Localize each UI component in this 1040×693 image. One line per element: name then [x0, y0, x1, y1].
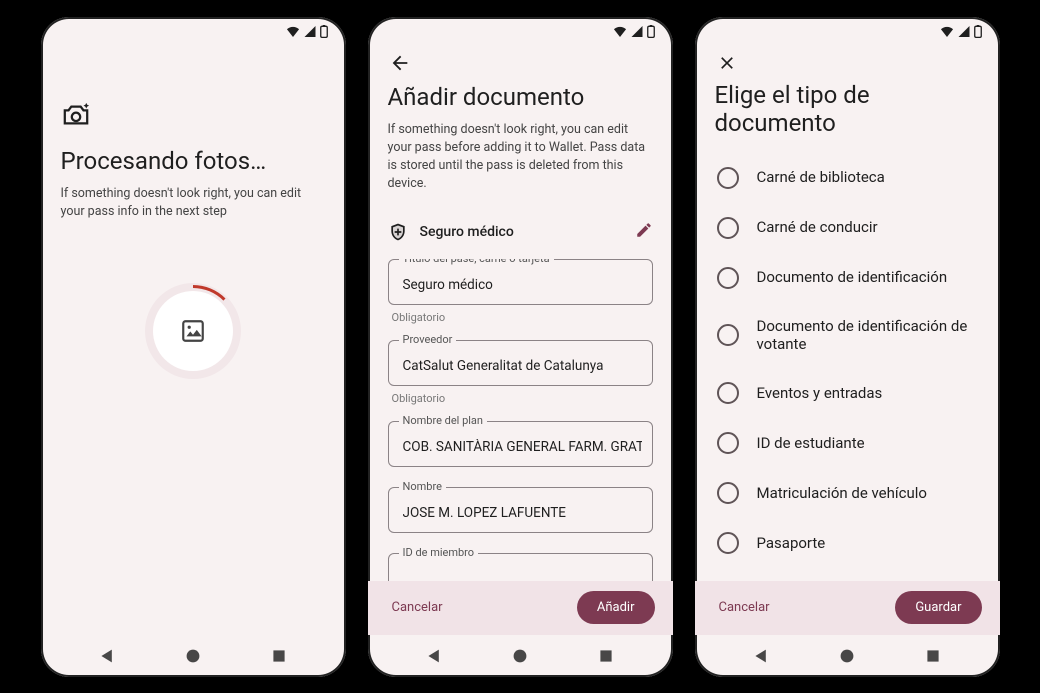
health-shield-icon	[388, 222, 408, 242]
phone-choose-type: Elige el tipo de documento Carné de bibl…	[695, 17, 1000, 677]
doc-type-option[interactable]: Matriculación de vehículo	[715, 468, 980, 518]
radio-icon	[717, 167, 739, 189]
cell-signal-icon	[957, 26, 971, 37]
back-button[interactable]	[388, 51, 412, 75]
cell-signal-icon	[630, 26, 644, 37]
field-name[interactable]: Nombre	[388, 487, 653, 533]
radio-icon	[717, 432, 739, 454]
field-plan-name[interactable]: Nombre del plan	[388, 421, 653, 467]
pencil-icon	[635, 221, 653, 239]
battery-icon	[974, 25, 982, 38]
add-doc-title: Añadir documento	[388, 83, 653, 111]
provider-input[interactable]	[401, 357, 644, 375]
doc-type-label: Documento de identificación de votante	[757, 317, 978, 355]
field-label: Proveedor	[399, 333, 457, 346]
field-helper: Obligatorio	[392, 311, 653, 324]
field-member-id[interactable]: ID de miembro	[388, 553, 653, 581]
doc-type-label: Carné de biblioteca	[757, 168, 885, 187]
wifi-icon	[940, 26, 954, 37]
doc-type-option[interactable]: Carné de biblioteca	[715, 153, 980, 203]
radio-icon	[717, 267, 739, 289]
doc-type-option[interactable]: Documento de identificación	[715, 253, 980, 303]
doc-type-option[interactable]: Documento de identificación de votante	[715, 303, 980, 369]
close-button[interactable]	[715, 51, 739, 75]
doc-type-label: Documento de identificación	[757, 268, 948, 287]
field-pass-title[interactable]: Título del pase, carné o tarjeta	[388, 259, 653, 305]
radio-icon	[717, 482, 739, 504]
doc-type-label: Carné de conducir	[757, 218, 878, 237]
processing-subtitle: If something doesn't look right, you can…	[61, 185, 326, 221]
cancel-button[interactable]: Cancelar	[386, 599, 449, 616]
field-provider[interactable]: Proveedor	[388, 340, 653, 386]
action-bar: Cancelar Añadir	[368, 581, 673, 635]
android-soft-nav	[368, 635, 673, 677]
doc-type-option[interactable]: ID de estudiante	[715, 418, 980, 468]
choose-type-title: Elige el tipo de documento	[715, 81, 980, 137]
radio-icon	[717, 217, 739, 239]
plan-name-input[interactable]	[401, 438, 644, 456]
nav-home-icon[interactable]	[839, 648, 855, 664]
member-id-input[interactable]	[401, 570, 644, 581]
status-bar	[695, 17, 1000, 47]
name-input[interactable]	[401, 504, 644, 522]
phone-processing: Procesando fotos… If something doesn't l…	[41, 17, 346, 677]
save-button[interactable]: Guardar	[895, 591, 981, 624]
pass-title-input[interactable]	[401, 276, 644, 294]
field-label: Nombre	[399, 480, 446, 493]
field-label: Título del pase, carné o tarjeta	[399, 259, 554, 265]
battery-icon	[647, 25, 655, 38]
doc-type-label: ID de estudiante	[757, 434, 865, 453]
cell-signal-icon	[303, 26, 317, 37]
close-icon	[717, 53, 737, 73]
radio-icon	[717, 382, 739, 404]
add-doc-subtitle: If something doesn't look right, you can…	[388, 121, 653, 194]
add-button[interactable]: Añadir	[577, 591, 655, 624]
nav-back-icon[interactable]	[426, 648, 442, 664]
android-soft-nav	[41, 635, 346, 677]
processing-spinner	[153, 291, 233, 371]
detected-type-label: Seguro médico	[420, 224, 623, 240]
doc-type-list: Carné de biblioteca Carné de conducir Docu…	[715, 153, 980, 569]
nav-recent-icon[interactable]	[271, 648, 287, 664]
image-placeholder-icon	[180, 318, 206, 344]
cancel-button[interactable]: Cancelar	[713, 599, 776, 616]
camera-sparkle-icon	[61, 101, 326, 133]
doc-type-label: Matriculación de vehículo	[757, 484, 927, 503]
phone-add-document: Añadir documento If something doesn't lo…	[368, 17, 673, 677]
nav-home-icon[interactable]	[512, 648, 528, 664]
detected-type-row: Seguro médico	[388, 211, 653, 259]
field-label: ID de miembro	[399, 546, 479, 559]
nav-back-icon[interactable]	[753, 648, 769, 664]
edit-type-button[interactable]	[635, 221, 653, 243]
wifi-icon	[286, 26, 300, 37]
doc-type-option[interactable]: Carné de conducir	[715, 203, 980, 253]
android-soft-nav	[695, 635, 1000, 677]
wifi-icon	[613, 26, 627, 37]
radio-icon	[717, 532, 739, 554]
nav-recent-icon[interactable]	[598, 648, 614, 664]
action-bar: Cancelar Guardar	[695, 581, 1000, 635]
radio-icon	[717, 324, 739, 346]
doc-type-option[interactable]: Pasaporte	[715, 518, 980, 568]
field-label: Nombre del plan	[399, 414, 487, 427]
status-bar	[368, 17, 673, 47]
nav-recent-icon[interactable]	[925, 648, 941, 664]
doc-type-label: Pasaporte	[757, 534, 826, 553]
doc-type-option[interactable]: Eventos y entradas	[715, 368, 980, 418]
nav-back-icon[interactable]	[99, 648, 115, 664]
processing-title: Procesando fotos…	[61, 147, 326, 175]
battery-icon	[320, 25, 328, 38]
doc-type-label: Eventos y entradas	[757, 384, 883, 403]
status-bar	[41, 17, 346, 47]
field-helper: Obligatorio	[392, 392, 653, 405]
nav-home-icon[interactable]	[185, 648, 201, 664]
